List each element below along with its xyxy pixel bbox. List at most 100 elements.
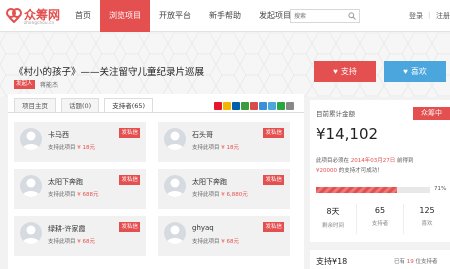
nav-browse-projects[interactable]: 浏览项目	[100, 0, 150, 32]
user-silhouette-icon	[166, 178, 184, 197]
message-button[interactable]: 发私信	[263, 222, 284, 232]
stat-days-left: 8天 剩余时间	[310, 204, 357, 234]
logo[interactable]: 众筹网 zhongchou.cn	[6, 4, 66, 28]
backer-amount: ¥ 68元	[77, 239, 96, 245]
message-button[interactable]: 发私信	[119, 175, 140, 185]
avatar[interactable]	[164, 128, 186, 150]
progress-percent: 71%	[434, 186, 447, 192]
avatar[interactable]	[20, 222, 42, 244]
support-tier[interactable]: 支持¥18 已有 19 位支持者	[310, 250, 450, 269]
backer-card[interactable]: 太阳下奔跑 支持此项目 ¥ 6,880元 发私信	[158, 169, 290, 209]
stat-likes: 125 喜欢	[404, 204, 450, 234]
nav-home[interactable]: 首页	[66, 0, 100, 32]
nav-help[interactable]: 新手帮助	[200, 0, 250, 32]
msn-share-icon[interactable]	[277, 102, 285, 110]
weibo-share-icon[interactable]	[214, 102, 222, 110]
avatar[interactable]	[164, 175, 186, 197]
qq-share-icon[interactable]	[268, 102, 276, 110]
funding-summary: 目前累计金额 众筹中 ¥14,102 此项目必须在 2014年03月27日 前得…	[310, 100, 450, 242]
backer-card[interactable]: 卡马西支持此项目 ¥ 18元 发私信	[14, 122, 146, 162]
project-tabs: 项目主页 话题(0) 支持者(65)	[14, 98, 158, 112]
backer-amount: ¥ 6,880元	[221, 192, 248, 198]
support-button-label: 支持	[340, 67, 357, 76]
search-icon[interactable]	[348, 12, 356, 20]
backer-name[interactable]: 太阳下奔跑	[192, 177, 227, 187]
count-text-a: 已有	[394, 259, 407, 265]
user-silhouette-icon	[22, 225, 40, 244]
progress-bar	[316, 187, 430, 193]
backer-name[interactable]: 绿耕-许家霞	[48, 224, 86, 234]
goal-text-a: 此项目必须在	[316, 158, 351, 164]
user-silhouette-icon	[166, 225, 184, 244]
support-button[interactable]: ♥ 支持	[314, 61, 376, 82]
user-silhouette-icon	[22, 178, 40, 197]
login-link[interactable]: 登录	[409, 11, 423, 21]
user-silhouette-icon	[22, 131, 40, 150]
sponsor-tag: 发起人	[14, 80, 35, 89]
user-silhouette-icon	[166, 131, 184, 150]
search-box	[290, 9, 360, 23]
logo-subtext: zhongchou.cn	[24, 20, 55, 25]
nav-open-platform[interactable]: 开放平台	[150, 0, 200, 32]
like-button[interactable]: ♥ 喜欢	[384, 61, 446, 82]
tqq-share-icon[interactable]	[259, 102, 267, 110]
backer-card[interactable]: 石头哥 支持此项目 ¥ 18元 发私信	[158, 122, 290, 162]
backer-amount-line: 支持此项目 ¥ 688元	[48, 190, 99, 198]
avatar[interactable]	[164, 222, 186, 244]
qzone-share-icon[interactable]	[223, 102, 231, 110]
backer-amount-line: 支持此项目 ¥ 18元	[48, 143, 95, 151]
goal-amount: ¥20000	[316, 168, 337, 174]
deadline: 2014年03月27日	[350, 158, 396, 164]
backer-prefix: 支持此项目	[48, 145, 76, 151]
count-number: 19	[406, 259, 414, 265]
stat-value: 8天	[326, 207, 340, 216]
avatar[interactable]	[20, 128, 42, 150]
share-icons	[214, 102, 294, 110]
backer-amount-line: 支持此项目 ¥ 68元	[48, 237, 95, 245]
project-stats: 8天 剩余时间 65 支持者 125 喜欢	[310, 204, 450, 234]
raised-total: ¥14,102	[316, 125, 379, 143]
renren-share-icon[interactable]	[232, 102, 240, 110]
backer-prefix: 支持此项目	[192, 239, 220, 245]
stat-label: 支持者	[371, 221, 389, 227]
project-owner[interactable]: 蒋能杰	[40, 80, 58, 89]
stat-value: 65	[374, 206, 386, 215]
douban-share-icon[interactable]	[241, 102, 249, 110]
status-badge: 众筹中	[413, 107, 450, 120]
project-title: 《村小的孩子》——关注留守儿童纪录片巡展	[14, 67, 205, 78]
backer-name[interactable]: 石头哥	[192, 130, 213, 140]
backer-card[interactable]: 绿耕-许家霞支持此项目 ¥ 68元 发私信	[14, 216, 146, 256]
goal-description: 此项目必须在 2014年03月27日 前得到 ¥20000 的支持才可成功！	[316, 156, 414, 176]
project-main-panel: 项目主页 话题(0) 支持者(65) 卡马西 支持此项目 ¥ 18元 发私信 石头哥支…	[8, 94, 304, 269]
tab-supporters[interactable]: 支持者(65)	[104, 98, 154, 112]
backer-prefix: 支持此项目	[192, 145, 220, 151]
backer-name[interactable]: 卡马西	[48, 130, 69, 140]
like-heart-icon: ♥	[403, 67, 408, 76]
stat-label: 剩余时间	[321, 223, 344, 229]
backer-prefix: 支持此项目	[48, 239, 76, 245]
raised-label: 目前累计金额	[316, 110, 355, 118]
backer-card[interactable]: 太阳下奔跑支持此项目 ¥ 688元 发私信	[14, 169, 146, 209]
avatar[interactable]	[20, 175, 42, 197]
tab-topics[interactable]: 话题(0)	[61, 98, 100, 112]
message-button[interactable]: 发私信	[119, 222, 140, 232]
more-share-icon[interactable]	[286, 102, 294, 110]
backer-amount-line: 支持此项目 ¥ 68元	[192, 237, 239, 245]
backer-name[interactable]: 太阳下奔跑	[48, 177, 83, 187]
heart-icon: ♥	[333, 67, 338, 76]
message-button[interactable]: 发私信	[119, 128, 140, 138]
tab-project-home[interactable]: 项目主页	[14, 98, 56, 112]
nav-separator: |	[428, 11, 431, 19]
like-button-label: 喜欢	[410, 67, 427, 76]
goal-text-b: 前得到	[395, 158, 414, 164]
message-button[interactable]: 发私信	[263, 128, 284, 138]
kaixin-share-icon[interactable]	[250, 102, 258, 110]
backer-name[interactable]: ghyaq	[192, 224, 214, 232]
support-tier-count: 已有 19 位支持者	[394, 257, 438, 265]
backer-card[interactable]: ghyaq 支持此项目 ¥ 68元 发私信	[158, 216, 290, 256]
backer-amount: ¥ 18元	[77, 145, 96, 151]
search-input[interactable]	[291, 10, 341, 22]
message-button[interactable]: 发私信	[263, 175, 284, 185]
register-link[interactable]: 注册	[436, 11, 450, 21]
tab-divider	[8, 112, 304, 113]
